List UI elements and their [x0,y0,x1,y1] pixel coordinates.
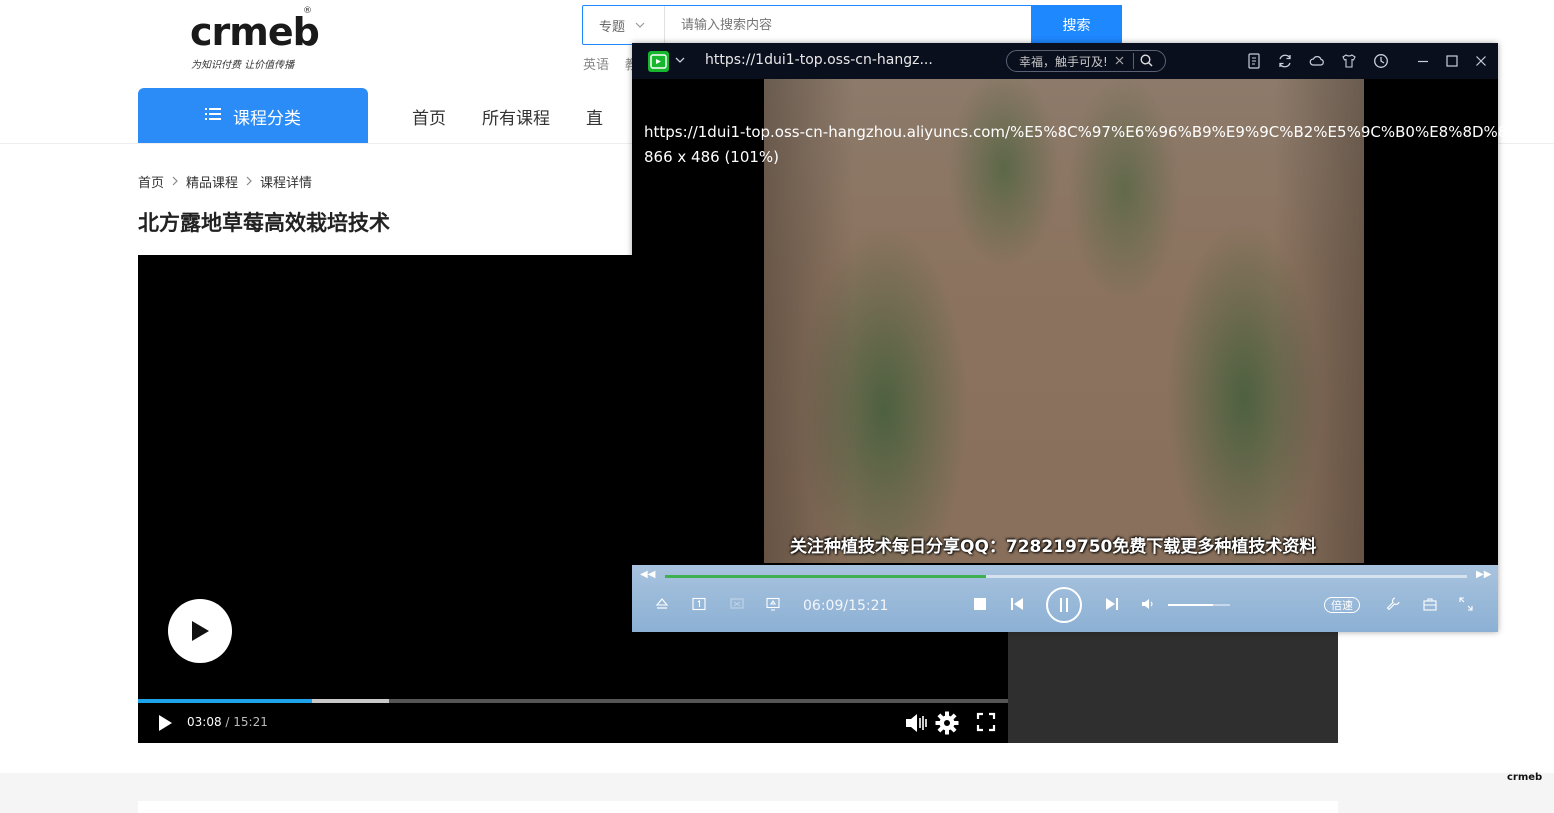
settings-button[interactable] [935,711,959,739]
player-side-panel [1008,632,1338,743]
eject-icon[interactable] [653,595,671,613]
play-button[interactable] [156,714,174,732]
fullscreen-button[interactable] [976,712,996,736]
logo-registered-mark: ® [303,6,312,16]
pause-icon-bar [1066,598,1068,612]
fullscreen-icon[interactable] [1457,595,1475,613]
maximize-icon[interactable] [1444,53,1460,69]
logo-wordmark: crmeb [190,10,320,54]
tools-icon[interactable] [1384,595,1402,613]
next-icon[interactable] [1103,595,1121,613]
hot-word[interactable]: 英语 [583,54,609,73]
page-title: 北方露地草莓高效栽培技术 [138,211,390,235]
video-subtitle: 关注种植技术每日分享QQ：728219750免费下载更多种植技术资料 [790,537,1317,557]
sync-icon[interactable] [1277,53,1293,69]
hot-search-words: 英语 教 [583,54,638,73]
media-control-bar: ◀◀ ▶▶ 06:09/15:21 倍速 [632,565,1498,632]
nav-item-all-courses[interactable]: 所有课程 [482,104,550,129]
media-search-text[interactable]: 幸福，触手可及! [1007,53,1115,70]
history-icon[interactable] [1373,53,1389,69]
media-player-window[interactable]: https://1dui1-top.oss-cn-hangz... 幸福，触手可… [632,43,1507,632]
search-input[interactable] [665,6,1031,44]
previous-icon[interactable] [1008,595,1026,613]
fullscreen-icon [976,712,996,732]
media-video-frame[interactable]: 关注种植技术每日分享QQ：728219750免费下载更多种植技术资料 [764,79,1364,563]
search-button[interactable]: 搜索 [1031,5,1122,45]
skin-icon[interactable] [1341,53,1357,69]
course-category-button[interactable]: 课程分类 [138,88,368,144]
media-info-url: https://1dui1-top.oss-cn-hangzhou.aliyun… [644,123,1508,141]
big-play-button[interactable] [168,599,232,663]
screenshot-icon[interactable] [728,595,746,613]
media-progress-bar[interactable] [665,575,1467,578]
main-nav: 首页 所有课程 直 [412,104,603,129]
pause-button[interactable] [1046,587,1082,623]
search-category-label: 专题 [599,19,626,35]
close-icon[interactable] [1115,54,1129,68]
breadcrumb-premium-courses[interactable]: 精品课程 [186,172,238,191]
player-progress-bar[interactable] [138,699,1008,703]
nav-item-home[interactable]: 首页 [412,104,446,129]
breadcrumb-home[interactable]: 首页 [138,172,164,191]
player-played-bar [138,699,312,703]
rewind-icon[interactable]: ◀◀ [640,569,655,580]
volume-icon[interactable] [1139,595,1157,613]
subtitle-track-icon[interactable] [690,595,708,613]
chevron-right-icon [172,175,178,189]
cast-icon[interactable] [764,595,782,613]
duration: / 15:21 [225,715,268,729]
content-card [138,801,1338,813]
search-icon[interactable] [1140,52,1153,71]
media-played-bar [665,575,986,578]
fast-forward-icon[interactable]: ▶▶ [1476,569,1491,580]
media-time: 06:09/15:21 [803,598,889,614]
play-icon [192,621,209,641]
pause-icon-bar [1060,598,1062,612]
app-logo-icon[interactable] [648,51,669,72]
chevron-right-icon [246,175,252,189]
volume-muted-icon [906,714,927,732]
nav-item-live[interactable]: 直 [586,104,603,129]
media-url: https://1dui1-top.oss-cn-hangz... [705,52,933,68]
stop-icon[interactable] [971,595,989,613]
volume-slider[interactable] [1168,604,1230,606]
close-window-icon[interactable] [1473,53,1489,69]
current-time: 03:08 [187,715,222,729]
toolbox-icon[interactable] [1421,595,1439,613]
search-bar: 专题 搜索 [582,5,1122,45]
media-search-box[interactable]: 幸福，触手可及! [1006,50,1166,72]
corner-logo: crmeb [1507,772,1543,783]
list-icon [205,106,221,126]
site-logo[interactable]: crmeb ® 为知识付费 让价值传播 [190,6,320,71]
chevron-down-icon[interactable] [675,55,685,66]
media-info-size: 866 x 486 (101%) [644,148,780,166]
breadcrumb: 首页 精品课程 课程详情 [138,172,312,191]
volume-level [1168,604,1213,606]
media-player-titlebar[interactable]: https://1dui1-top.oss-cn-hangz... 幸福，触手可… [632,43,1498,79]
logo-slogan: 为知识付费 让价值传播 [191,60,295,71]
playlist-icon[interactable] [1246,53,1262,69]
chevron-down-icon [635,20,645,31]
speed-button[interactable]: 倍速 [1324,597,1360,613]
player-time: 03:08 / 15:21 [187,715,268,729]
search-category-select[interactable]: 专题 [583,6,665,44]
search-divider [1133,53,1134,69]
breadcrumb-course-detail: 课程详情 [260,176,313,191]
video-vignette [764,79,1364,563]
play-icon [159,715,172,731]
mute-button[interactable] [904,712,928,738]
course-category-label: 课程分类 [233,108,301,129]
gear-icon [935,711,959,735]
cloud-icon[interactable] [1309,53,1325,69]
minimize-icon[interactable] [1415,53,1431,69]
